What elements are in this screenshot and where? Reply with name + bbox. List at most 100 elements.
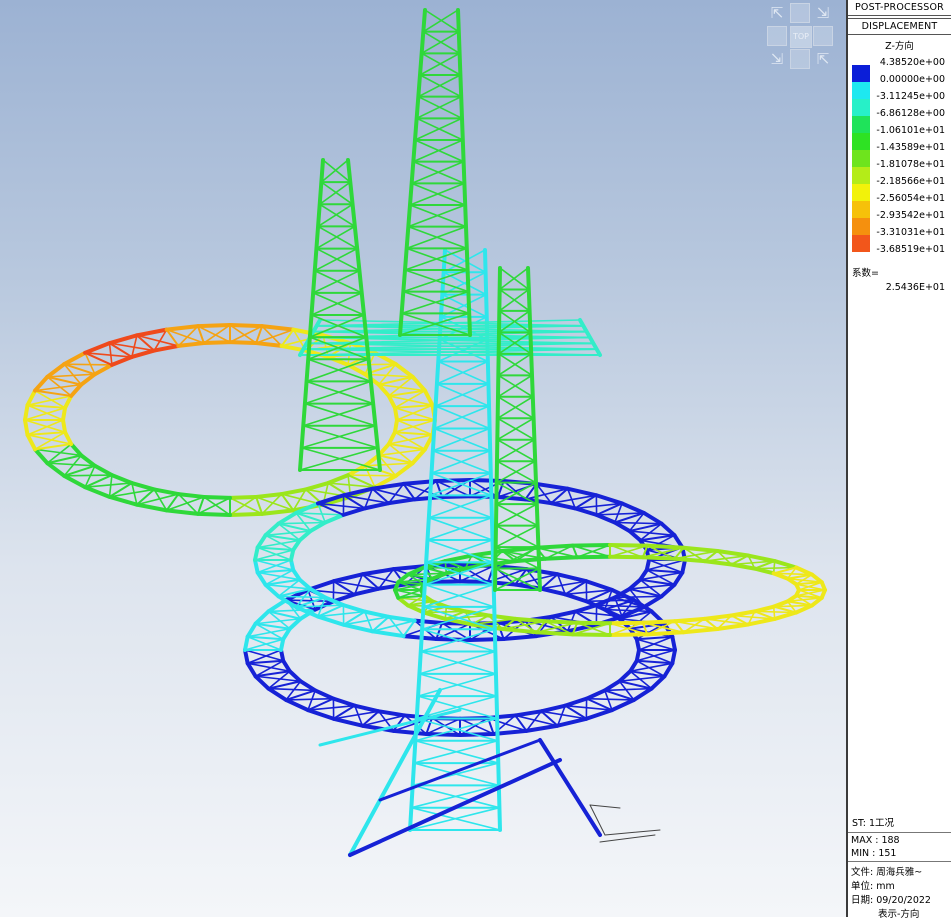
upper-ring [365, 463, 413, 466]
left-tower [321, 160, 348, 182]
middle-ring [551, 503, 575, 508]
legend-value: 4.38520e+00 [880, 57, 945, 69]
rotate-top-left-icon[interactable]: ⇱ [767, 3, 787, 23]
component-label: Z-方向 [848, 38, 951, 52]
min-node-label: MIN : 151 [851, 848, 896, 859]
rotate-bottom-right-icon[interactable]: ⇱ [813, 49, 833, 69]
left-tower [320, 182, 351, 204]
left-tower [321, 182, 352, 204]
upper-ring [396, 364, 413, 377]
middle-ring [278, 522, 325, 523]
left-tower [316, 249, 359, 271]
middle-ring [644, 513, 662, 524]
upper-ring [85, 487, 109, 497]
middle-ring [389, 617, 415, 621]
upper-ring [348, 475, 396, 476]
upper-ring [230, 497, 256, 498]
lower-ring [558, 574, 587, 581]
right-ring [643, 557, 675, 559]
right-ring [748, 556, 775, 562]
upper-ring [154, 489, 178, 494]
upper-ring [28, 391, 36, 405]
lower-ring [334, 574, 363, 581]
view-right-face[interactable] [813, 26, 833, 46]
middle-ring [343, 605, 364, 612]
upper-ring [137, 505, 167, 511]
upper-ring [81, 455, 95, 465]
right-ring [577, 557, 610, 558]
upper-ring [95, 466, 112, 475]
right-ring [731, 611, 754, 615]
middle-ring [551, 612, 575, 617]
middle-ring [344, 625, 373, 632]
right-ring [643, 621, 675, 623]
view-navigation-cube[interactable]: ⇱ ⇲ TOP ⇲ ⇱ [767, 3, 835, 71]
upper-ring [132, 483, 154, 489]
lower-ring [362, 569, 393, 574]
upper-ring [395, 408, 397, 420]
middle-ring [365, 612, 389, 617]
lower-ring [586, 710, 612, 719]
upper-ring [396, 463, 413, 476]
legend-value: -3.31031e+01 [876, 227, 945, 239]
upper-ring [167, 326, 198, 329]
lower-ring [334, 719, 363, 726]
right-ring [445, 556, 472, 562]
legend-row: -3.68519e+01 [848, 244, 951, 261]
upper-ring [262, 326, 293, 329]
middle-ring [372, 631, 403, 636]
upper-ring [28, 435, 72, 444]
lower-ring [586, 581, 612, 590]
lower-ring [355, 706, 379, 712]
right-ring [775, 613, 796, 619]
lower-ring [587, 690, 605, 698]
middle-ring [325, 515, 343, 523]
lower-ring [612, 700, 634, 710]
result-type: DISPLACEMENT [848, 18, 951, 35]
lower-ring [301, 681, 316, 690]
lower-ring [286, 600, 333, 601]
right-ring [573, 634, 610, 635]
upper-ring [425, 391, 433, 405]
view-front-face[interactable] [790, 49, 810, 69]
upper-ring [178, 494, 203, 497]
left-tower [316, 226, 354, 248]
upper-ring [112, 475, 132, 483]
upper-ring [64, 475, 112, 476]
rotate-top-right-icon[interactable]: ⇲ [813, 3, 833, 23]
lower-ring [379, 711, 405, 715]
middle-ring [470, 639, 504, 640]
upper-ring [154, 346, 178, 351]
support [590, 805, 620, 808]
legend-row: -2.93542e+01 [848, 210, 951, 227]
upper-ring [81, 374, 95, 384]
scale-factor-label: 系数= [852, 265, 879, 279]
lower-ring [268, 600, 286, 611]
legend-row: -3.31031e+01 [848, 227, 951, 244]
right-ring [545, 557, 577, 559]
right-ring [545, 621, 577, 623]
middle-ring [278, 596, 325, 597]
right-ring [610, 545, 647, 546]
view-back-face[interactable] [790, 3, 810, 23]
middle-ring [504, 636, 537, 639]
view-top-face[interactable]: TOP [790, 26, 812, 48]
upper-ring [256, 343, 281, 346]
date-label: 日期: 09/20/2022 [851, 892, 931, 906]
legend-row: -1.43589e+01 [848, 142, 951, 159]
upper-ring [47, 463, 64, 476]
middle-ring [597, 515, 615, 523]
right-ring [748, 619, 775, 625]
view-left-face[interactable] [767, 26, 787, 46]
model-viewport[interactable]: ⇱ ⇲ TOP ⇲ ⇱ [0, 0, 846, 917]
lower-ring [308, 710, 334, 719]
upper-ring [389, 396, 433, 405]
rotate-bottom-left-icon[interactable]: ⇲ [767, 49, 787, 69]
middle-ring [575, 508, 596, 515]
upper-ring [230, 514, 262, 515]
legend-row: -2.56054e+01 [848, 193, 951, 210]
lower-ring [605, 681, 620, 690]
left-tower [320, 204, 355, 226]
upper-ring [110, 475, 112, 497]
middle-ring [415, 621, 442, 623]
